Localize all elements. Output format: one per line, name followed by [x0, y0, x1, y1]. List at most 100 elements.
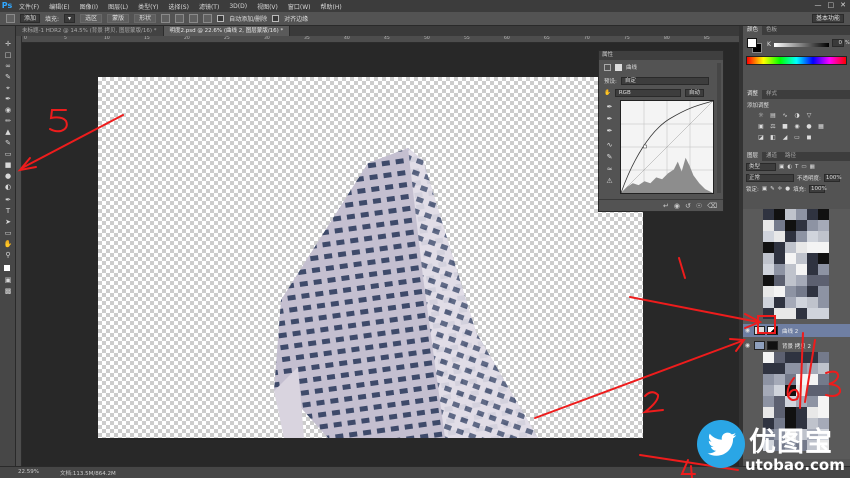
fill-input[interactable]: 100% [808, 185, 827, 193]
posterize-icon[interactable]: ◧ [769, 134, 777, 142]
clipping-warning-icon[interactable]: ⚠ [605, 177, 614, 186]
color-spectrum[interactable] [746, 56, 847, 65]
eye-icon[interactable]: ◉ [743, 342, 752, 349]
preset-select[interactable]: 自定 [620, 77, 709, 85]
layer-kind-select[interactable]: 类型 [746, 163, 776, 171]
filter-pixel-icon[interactable]: ▣ [779, 164, 784, 170]
trash-icon[interactable]: ⌫ [707, 202, 717, 210]
tab-document-1[interactable]: 未标题-1 HDR2 @ 14.5% (背景 拷贝, 图层蒙版/16) * [16, 26, 164, 36]
path-ops-icon[interactable] [161, 14, 171, 23]
layer-mask-thumbnail[interactable] [767, 341, 778, 350]
gear-icon[interactable] [203, 14, 213, 23]
mode-select[interactable]: 添加 [20, 14, 41, 23]
path-select-tool-icon[interactable]: ➤ [3, 218, 13, 227]
menu-select[interactable]: 选择(S) [163, 2, 194, 11]
visibility-icon[interactable]: ☉ [696, 202, 702, 210]
view-previous-icon[interactable]: ◉ [674, 202, 680, 210]
path-arrange-icon[interactable] [189, 14, 199, 23]
type-tool-icon[interactable]: T [3, 207, 13, 216]
lock-paint-icon[interactable]: ✎ [770, 186, 775, 192]
filter-shape-icon[interactable]: ▭ [801, 164, 806, 170]
properties-scrollbar[interactable] [717, 63, 721, 193]
layer-name[interactable]: 背景 拷贝 2 [782, 342, 811, 350]
lock-all-icon[interactable]: ● [785, 186, 790, 192]
filter-adjust-icon[interactable]: ◐ [787, 164, 792, 170]
mask-button[interactable]: 蒙版 [107, 14, 130, 23]
pencil-curve-icon[interactable]: ✎ [605, 153, 614, 162]
blend-mode-select[interactable]: 正常 [746, 174, 794, 182]
selection-button[interactable]: 选区 [80, 14, 103, 23]
filter-smart-icon[interactable]: ▦ [810, 164, 815, 170]
hand-tool-icon[interactable]: ✋ [3, 240, 13, 249]
auto-button[interactable]: 自动 [684, 89, 704, 97]
curves-graph[interactable] [620, 100, 714, 194]
exposure-icon[interactable]: ◑ [793, 112, 801, 120]
move-tool-icon[interactable]: ✛ [3, 40, 13, 49]
shape-button[interactable]: 形状 [134, 14, 157, 23]
selective-color-icon[interactable]: ◼ [805, 134, 813, 142]
adjustment-layer-thumbnail[interactable] [754, 326, 765, 335]
quick-mask-icon[interactable]: ▣ [3, 276, 13, 285]
menu-edit[interactable]: 编辑(E) [44, 2, 74, 11]
sample-black-icon[interactable]: ✒ [605, 103, 614, 112]
healing-tool-icon[interactable]: ◉ [3, 106, 13, 115]
gradient-tool-icon[interactable]: ■ [3, 161, 13, 170]
reset-icon[interactable]: ↺ [685, 202, 691, 210]
shape-tool-icon[interactable]: ▭ [3, 229, 13, 238]
sample-gray-icon[interactable]: ✒ [605, 115, 614, 124]
layer-name[interactable]: 曲线 2 [782, 327, 798, 335]
tab-adjustments[interactable]: 调整 [743, 90, 763, 99]
color-lookup-icon[interactable]: ▦ [817, 123, 825, 131]
workspace-select[interactable]: 基本功能 [811, 14, 844, 23]
threshold-icon[interactable]: ◢ [781, 134, 789, 142]
eraser-tool-icon[interactable]: ▭ [3, 150, 13, 159]
tab-swatches[interactable]: 色板 [762, 26, 781, 35]
filter-type-icon[interactable]: T [795, 164, 798, 170]
brush-tool-icon[interactable]: ✏ [3, 117, 13, 126]
menu-layer[interactable]: 图层(L) [103, 2, 133, 11]
zoom-level[interactable]: 22.59% [18, 469, 39, 475]
screen-mode-icon[interactable]: ▩ [3, 287, 13, 296]
menu-window[interactable]: 窗口(W) [283, 2, 316, 11]
fill-select[interactable]: ▾ [64, 14, 76, 23]
vibrance-icon[interactable]: ▽ [805, 112, 813, 120]
menu-help[interactable]: 帮助(H) [316, 2, 347, 11]
sample-white-icon[interactable]: ✒ [605, 127, 614, 136]
layer-thumbnail[interactable] [754, 341, 765, 350]
foreground-color-swatch[interactable] [3, 264, 13, 273]
hand-adjust-icon[interactable]: ✋ [604, 90, 611, 96]
k-slider[interactable] [774, 43, 829, 47]
photo-filter-icon[interactable]: ◉ [793, 123, 801, 131]
opacity-input[interactable]: 100% [823, 174, 842, 182]
curves-adjust-icon[interactable]: ∿ [781, 112, 789, 120]
pen-tool-icon[interactable]: ✒ [3, 196, 13, 205]
black-white-icon[interactable]: ■ [781, 123, 789, 131]
hue-saturation-icon[interactable]: ▣ [757, 123, 765, 131]
channel-select[interactable]: RGB [614, 89, 681, 97]
tab-color[interactable]: 颜色 [743, 26, 763, 35]
layer-mask-thumbnail[interactable] [767, 326, 778, 335]
invert-icon[interactable]: ◪ [757, 134, 765, 142]
zoom-tool-icon[interactable]: ⚲ [3, 251, 13, 260]
lasso-tool-icon[interactable]: ∞ [3, 62, 13, 71]
marquee-tool-icon[interactable]: □ [3, 51, 13, 60]
layer-row[interactable]: ◉ 曲线 2 [743, 324, 850, 337]
dodge-tool-icon[interactable]: ◐ [3, 183, 13, 192]
pen-tool-icon[interactable] [6, 14, 15, 23]
foreground-swatch[interactable] [747, 38, 757, 48]
menu-type[interactable]: 类型(Y) [133, 2, 163, 11]
minimize-icon[interactable]: — [815, 1, 822, 9]
close-icon[interactable]: ✕ [840, 1, 846, 9]
eyedropper-tool-icon[interactable]: ✒ [3, 95, 13, 104]
tab-channels[interactable]: 通道 [762, 152, 781, 161]
levels-icon[interactable]: ▤ [769, 112, 777, 120]
quick-select-tool-icon[interactable]: ✎ [3, 73, 13, 82]
gradient-map-icon[interactable]: ▭ [793, 134, 801, 142]
blur-tool-icon[interactable]: ● [3, 172, 13, 181]
tab-styles[interactable]: 样式 [762, 90, 781, 99]
stamp-tool-icon[interactable]: ▲ [3, 128, 13, 137]
menu-image[interactable]: 图像(I) [75, 2, 103, 11]
tab-paths[interactable]: 路径 [781, 152, 800, 161]
eye-icon[interactable]: ◉ [743, 327, 752, 334]
lock-pixels-icon[interactable]: ▣ [762, 186, 767, 192]
